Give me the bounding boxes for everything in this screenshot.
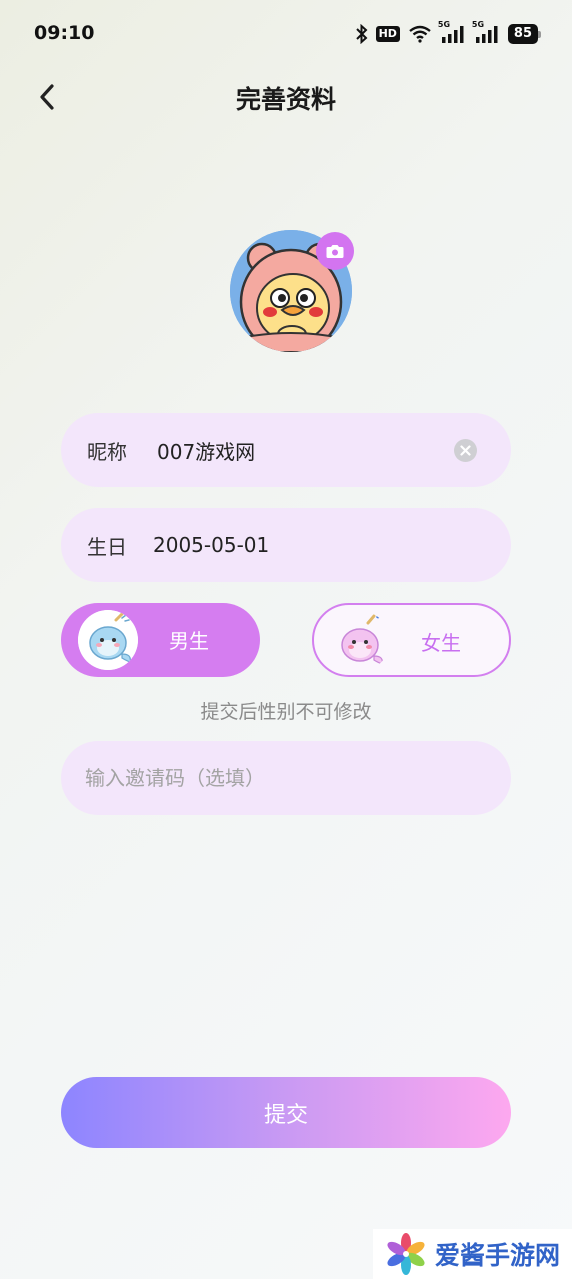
watermark-text: 爱酱手游网 [435, 1241, 561, 1270]
clear-nickname-button[interactable] [454, 439, 477, 462]
nav-header: 完善资料 [0, 70, 572, 124]
network-type-label-2: 5G [471, 20, 485, 29]
birthday-label: 生日 [87, 534, 127, 559]
nickname-label: 昵称 [87, 439, 127, 464]
avatar-section [230, 230, 354, 354]
battery-icon: 85 [507, 24, 542, 44]
network-type-label: 5G [437, 20, 451, 29]
status-bar: 09:10 HD 5G 5G 85 [0, 0, 572, 68]
gender-female-label: 女生 [421, 631, 461, 655]
nickname-value[interactable]: 007游戏网 [157, 436, 255, 465]
status-time: 09:10 [34, 22, 95, 44]
gender-male-option[interactable]: 男生 [61, 603, 260, 677]
signal-icon: 5G [438, 20, 466, 44]
birthday-value[interactable]: 2005-05-01 [153, 533, 269, 557]
watermark: 爱酱手游网 [373, 1229, 572, 1279]
camera-icon [326, 244, 344, 258]
signal-icon-2: 5G [472, 20, 500, 44]
narwhal-pink-icon [330, 611, 390, 671]
bluetooth-icon [355, 24, 368, 44]
submit-button[interactable]: 提交 [61, 1077, 511, 1148]
hd-badge: HD [375, 26, 400, 42]
gender-female-option[interactable]: 女生 [312, 603, 511, 677]
pinwheel-logo-icon [387, 1233, 425, 1275]
change-avatar-button[interactable] [316, 232, 354, 270]
narwhal-blue-icon [78, 610, 138, 670]
gender-male-label: 男生 [169, 629, 209, 653]
invite-code-input[interactable] [61, 741, 511, 815]
clear-icon [460, 445, 471, 456]
status-icons: HD 5G 5G 85 [355, 20, 542, 46]
wifi-icon [408, 25, 432, 43]
gender-hint: 提交后性别不可修改 [200, 701, 372, 723]
page-title: 完善资料 [235, 85, 336, 114]
birthday-field[interactable]: 生日 2005-05-01 [61, 508, 511, 582]
nickname-field[interactable]: 昵称 007游戏网 [61, 413, 511, 487]
